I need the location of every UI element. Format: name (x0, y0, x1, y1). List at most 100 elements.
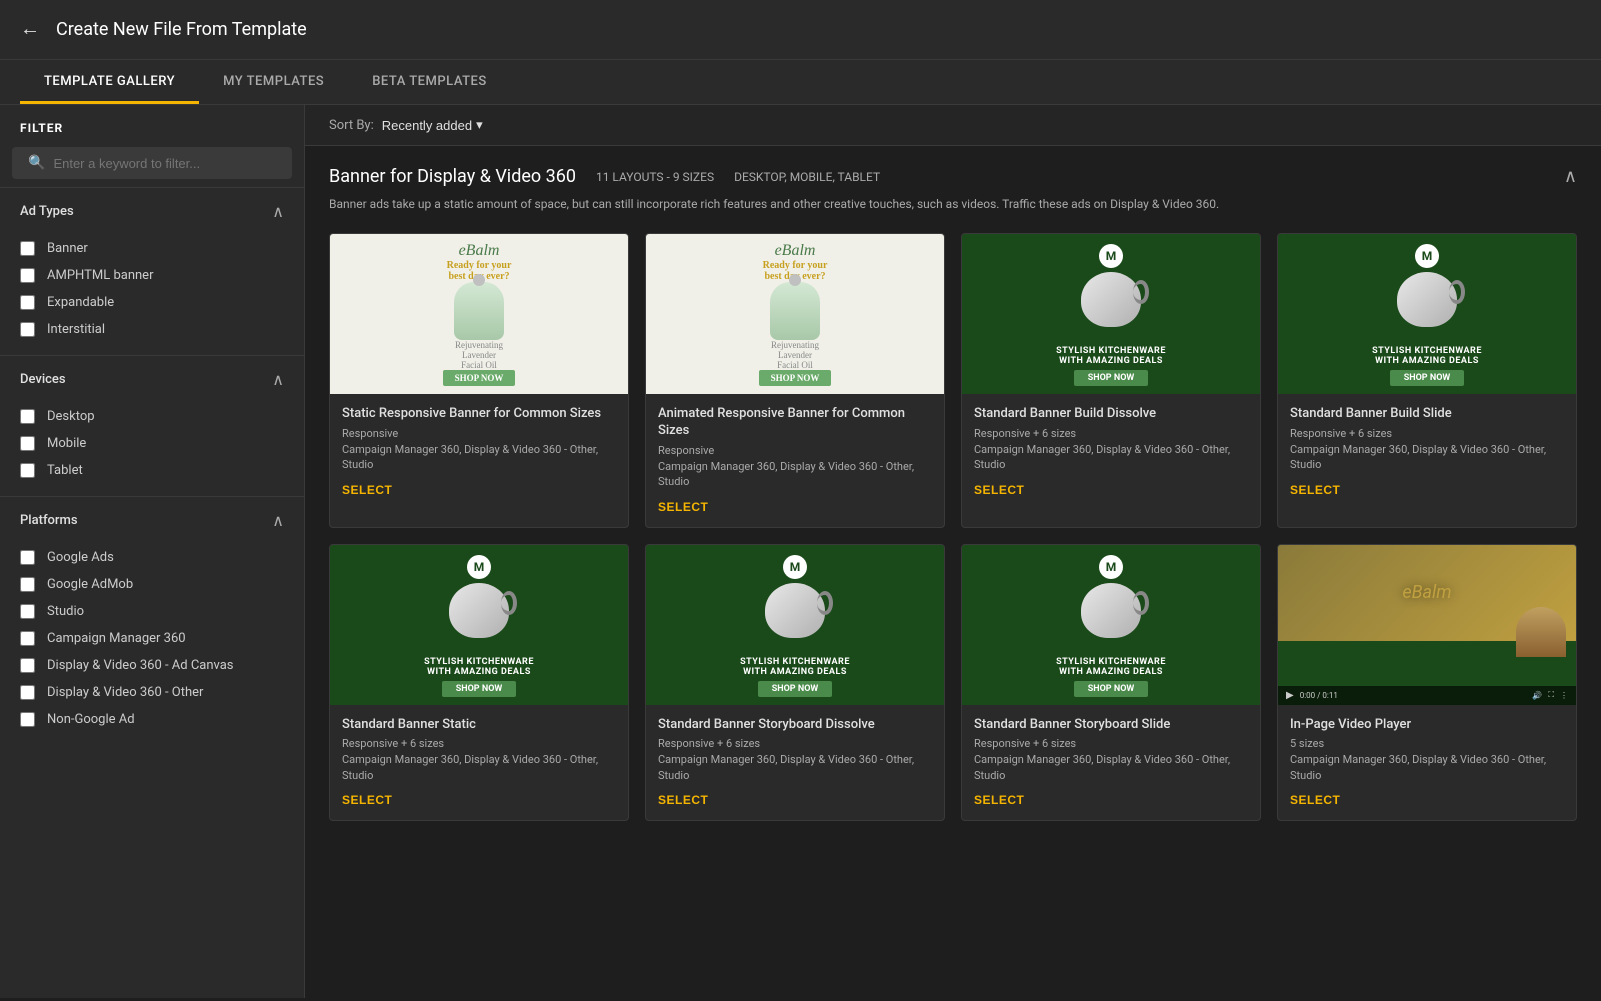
filter-item-interstitial[interactable]: Interstitial (20, 316, 284, 343)
checkbox-amphtml[interactable] (20, 268, 35, 283)
platforms-header[interactable]: Platforms ∧ (0, 497, 304, 544)
select-button-6[interactable]: SELECT (658, 793, 708, 807)
kettle-shop-btn-5: SHOP NOW (442, 681, 517, 697)
template-platforms-4: Campaign Manager 360, Display & Video 36… (1290, 442, 1564, 473)
label-mobile: Mobile (47, 436, 86, 451)
template-responsive-1: Responsive (342, 427, 616, 440)
filter-item-desktop[interactable]: Desktop (20, 403, 284, 430)
template-card-storyboard-slide: M STYLISH KITCHENWAREWITH AMAZING DEALS … (961, 544, 1261, 822)
top-header: ← Create New File From Template (0, 0, 1601, 60)
select-button-3[interactable]: SELECT (974, 483, 1024, 497)
filter-item-non-google[interactable]: Non-Google Ad (20, 706, 284, 733)
kettle-body (1081, 272, 1141, 327)
ad-video-brand: eBalm (1402, 582, 1451, 603)
select-button-4[interactable]: SELECT (1290, 483, 1340, 497)
filter-item-dv360-other[interactable]: Display & Video 360 - Other (20, 679, 284, 706)
collapse-button[interactable]: ∧ (1564, 166, 1577, 187)
template-responsive-8: 5 sizes (1290, 737, 1564, 750)
kettle-body-6 (765, 583, 825, 638)
checkbox-expandable[interactable] (20, 295, 35, 310)
select-button-7[interactable]: SELECT (974, 793, 1024, 807)
search-box: 🔍 (12, 147, 292, 179)
checkbox-non-google[interactable] (20, 712, 35, 727)
filter-item-studio[interactable]: Studio (20, 598, 284, 625)
back-icon: ← (20, 18, 40, 41)
filter-item-tablet[interactable]: Tablet (20, 457, 284, 484)
filter-item-mobile[interactable]: Mobile (20, 430, 284, 457)
checkbox-interstitial[interactable] (20, 322, 35, 337)
devices-header[interactable]: Devices ∧ (0, 356, 304, 403)
filter-item-admob[interactable]: Google AdMob (20, 571, 284, 598)
filter-header: FILTER (0, 105, 304, 143)
template-grid: eBalm Ready for yourbest day ever? Rejuv… (329, 233, 1577, 821)
template-responsive-5: Responsive + 6 sizes (342, 737, 616, 750)
template-card-animated-responsive: eBalm Ready for yourbest day ever? Rejuv… (645, 233, 945, 528)
label-google-ads: Google Ads (47, 550, 114, 565)
kettle-image-6 (755, 583, 835, 653)
sort-chevron-icon: ▾ (476, 117, 483, 133)
banner-layouts-meta: 11 LAYOUTS - 9 SIZES (596, 170, 714, 184)
template-responsive-6: Responsive + 6 sizes (658, 737, 932, 750)
checkbox-dv360-other[interactable] (20, 685, 35, 700)
checkbox-cm360[interactable] (20, 631, 35, 646)
kettle-handle-4 (1449, 280, 1465, 304)
tab-my-templates[interactable]: MY TEMPLATES (199, 60, 348, 104)
ad-subtitle-2: RejuvenatingLavenderFacial Oil (771, 340, 819, 370)
filter-item-cm360[interactable]: Campaign Manager 360 (20, 625, 284, 652)
checkbox-banner[interactable] (20, 241, 35, 256)
checkbox-studio[interactable] (20, 604, 35, 619)
label-banner: Banner (47, 241, 88, 256)
platforms-items: Google Ads Google AdMob Studio Campaign … (0, 544, 304, 745)
filter-item-banner[interactable]: Banner (20, 235, 284, 262)
checkbox-desktop[interactable] (20, 409, 35, 424)
kettle-shop-btn-4: SHOP NOW (1390, 370, 1465, 386)
kettle-logo-icon-4: M (1415, 244, 1439, 268)
platforms-chevron: ∧ (272, 511, 284, 530)
select-button-8[interactable]: SELECT (1290, 793, 1340, 807)
checkbox-mobile[interactable] (20, 436, 35, 451)
ad-types-items: Banner AMPHTML banner Expandable Interst… (0, 235, 304, 355)
kettle-tagline-7: STYLISH KITCHENWAREWITH AMAZING DEALS (1056, 657, 1166, 677)
checkbox-admob[interactable] (20, 577, 35, 592)
ad-types-label: Ad Types (20, 204, 74, 219)
checkbox-dv360-canvas[interactable] (20, 658, 35, 673)
banner-title-row: Banner for Display & Video 360 11 LAYOUT… (329, 166, 880, 187)
template-platforms-6: Campaign Manager 360, Display & Video 36… (658, 752, 932, 783)
template-info-6: Standard Banner Storyboard Dissolve Resp… (646, 705, 944, 821)
back-button[interactable]: ← (20, 18, 40, 41)
search-input[interactable] (53, 156, 276, 171)
main-layout: FILTER 🔍 Ad Types ∧ Banner AMPHTML banne… (0, 105, 1601, 998)
filter-item-expandable[interactable]: Expandable (20, 289, 284, 316)
template-info-1: Static Responsive Banner for Common Size… (330, 394, 628, 510)
filter-item-google-ads[interactable]: Google Ads (20, 544, 284, 571)
banner-section-header: Banner for Display & Video 360 11 LAYOUT… (329, 166, 1577, 187)
filter-item-amphtml[interactable]: AMPHTML banner (20, 262, 284, 289)
checkbox-tablet[interactable] (20, 463, 35, 478)
select-button-5[interactable]: SELECT (342, 793, 392, 807)
sort-select-button[interactable]: Recently added ▾ (382, 117, 483, 133)
video-controls: ▶ 0:00 / 0:11 🔊 ⛶ ⋮ (1278, 686, 1576, 705)
tab-template-gallery[interactable]: TEMPLATE GALLERY (20, 60, 199, 104)
page-title: Create New File From Template (56, 19, 307, 40)
checkbox-google-ads[interactable] (20, 550, 35, 565)
tab-beta-templates[interactable]: BETA TEMPLATES (348, 60, 511, 104)
kettle-shop-btn: SHOP NOW (1074, 370, 1149, 386)
thumbnail-dissolve: M STYLISH KITCHENWAREWITH AMAZING DEALS … (962, 234, 1260, 394)
kettle-body-5 (449, 583, 509, 638)
template-info-5: Standard Banner Static Responsive + 6 si… (330, 705, 628, 821)
thumbnail-animated-responsive: eBalm Ready for yourbest day ever? Rejuv… (646, 234, 944, 394)
template-platforms-5: Campaign Manager 360, Display & Video 36… (342, 752, 616, 783)
ad-types-header[interactable]: Ad Types ∧ (0, 188, 304, 235)
select-button-2[interactable]: SELECT (658, 500, 708, 514)
play-icon: ▶ (1286, 690, 1294, 701)
filter-item-dv360-canvas[interactable]: Display & Video 360 - Ad Canvas (20, 652, 284, 679)
template-responsive-3: Responsive + 6 sizes (974, 427, 1248, 440)
banner-section-title: Banner for Display & Video 360 (329, 166, 576, 187)
template-card-dissolve: M STYLISH KITCHENWAREWITH AMAZING DEALS … (961, 233, 1261, 528)
select-button-1[interactable]: SELECT (342, 483, 392, 497)
kettle-logo-row: M (1099, 244, 1123, 268)
ad-brand-name: eBalm (459, 242, 500, 260)
template-info-8: In-Page Video Player 5 sizes Campaign Ma… (1278, 705, 1576, 821)
banner-section: Banner for Display & Video 360 11 LAYOUT… (305, 146, 1601, 841)
kettle-tagline: STYLISH KITCHENWAREWITH AMAZING DEALS (1056, 346, 1166, 366)
